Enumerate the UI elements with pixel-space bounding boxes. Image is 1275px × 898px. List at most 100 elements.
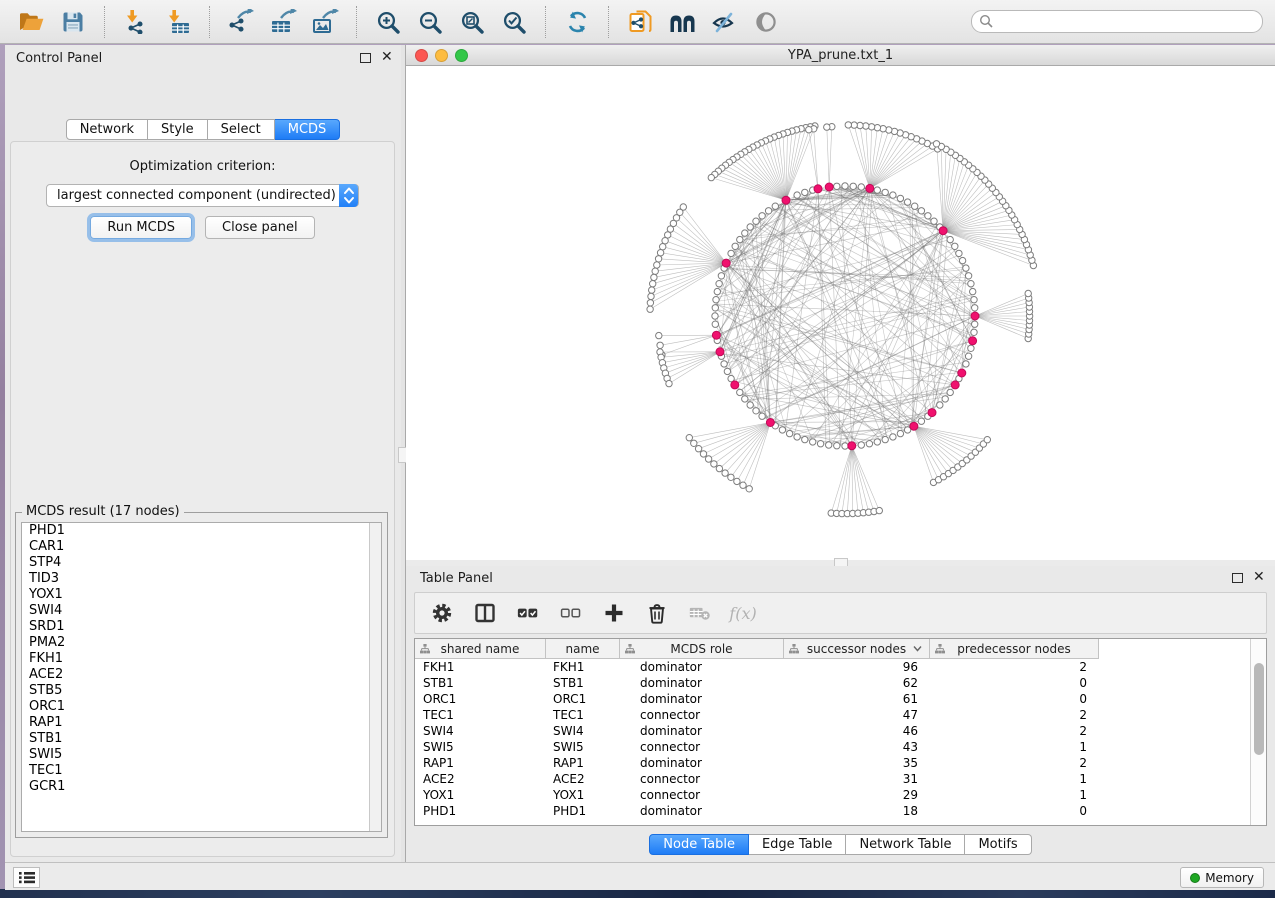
network-satellite-node[interactable] <box>648 293 654 299</box>
mcds-hub-node[interactable] <box>731 381 739 389</box>
network-node[interactable] <box>904 199 910 205</box>
mcds-hub-node[interactable] <box>782 196 790 204</box>
network-node[interactable] <box>765 208 771 214</box>
network-satellite-node[interactable] <box>700 451 706 457</box>
tab-network-table[interactable]: Network Table <box>846 834 965 855</box>
delete-column-icon[interactable] <box>646 602 668 624</box>
float-icon[interactable] <box>1232 573 1243 583</box>
network-satellite-node[interactable] <box>660 244 666 250</box>
show-details-icon[interactable] <box>751 7 781 37</box>
table-row[interactable]: STB1STB1dominator620 <box>415 675 1250 691</box>
result-node-item[interactable]: STB5 <box>22 683 381 699</box>
network-node[interactable] <box>897 430 903 436</box>
network-node[interactable] <box>817 441 823 447</box>
network-satellite-node[interactable] <box>716 465 722 471</box>
network-node[interactable] <box>712 321 718 327</box>
network-node[interactable] <box>942 396 948 402</box>
mcds-result-list[interactable]: PHD1CAR1STP4TID3YOX1SWI4SRD1PMA2FKH1ACE2… <box>21 522 382 832</box>
network-node[interactable] <box>786 430 792 436</box>
network-node[interactable] <box>965 353 971 359</box>
network-satellite-node[interactable] <box>705 456 711 462</box>
network-node[interactable] <box>937 402 943 408</box>
column-header-MCDS-role[interactable]: MCDS role <box>620 639 784 659</box>
network-node[interactable] <box>772 203 778 209</box>
network-satellite-node[interactable] <box>647 300 653 306</box>
network-node[interactable] <box>742 230 748 236</box>
network-node[interactable] <box>931 218 937 224</box>
network-satellite-node[interactable] <box>722 470 728 476</box>
network-node[interactable] <box>737 236 743 242</box>
refresh-icon[interactable] <box>562 7 592 37</box>
result-node-item[interactable]: FKH1 <box>22 651 381 667</box>
network-satellite-node[interactable] <box>933 141 939 147</box>
result-list-scrollbar[interactable] <box>369 523 381 831</box>
mcds-hub-node[interactable] <box>722 259 730 267</box>
network-node[interactable] <box>759 213 765 219</box>
network-node[interactable] <box>779 427 785 433</box>
network-node[interactable] <box>747 402 753 408</box>
search-input[interactable] <box>994 15 1255 29</box>
zoom-out-icon[interactable] <box>415 7 445 37</box>
network-node[interactable] <box>728 250 734 256</box>
network-node[interactable] <box>850 183 856 189</box>
table-scrollbar[interactable] <box>1250 639 1266 825</box>
result-node-item[interactable]: GCR1 <box>22 779 381 795</box>
mcds-hub-node[interactable] <box>958 369 966 377</box>
table-row[interactable]: FKH1FKH1dominator962 <box>415 659 1250 675</box>
deselect-all-icon[interactable] <box>560 602 582 624</box>
network-node[interactable] <box>882 436 888 442</box>
network-satellite-node[interactable] <box>666 380 672 386</box>
network-node[interactable] <box>759 413 765 419</box>
tab-mcds[interactable]: MCDS <box>275 119 341 140</box>
mcds-hub-node[interactable] <box>716 348 724 356</box>
column-header-name[interactable]: name <box>546 639 620 659</box>
network-node[interactable] <box>842 443 848 449</box>
save-session-icon[interactable] <box>58 7 88 37</box>
optimization-criterion-dropdown[interactable]: largest connected component (undirected) <box>46 184 359 207</box>
network-node[interactable] <box>712 313 718 319</box>
network-satellite-node[interactable] <box>652 268 658 274</box>
export-table-icon[interactable] <box>268 7 298 37</box>
network-node[interactable] <box>882 189 888 195</box>
result-node-item[interactable]: ORC1 <box>22 699 381 715</box>
mcds-hub-node[interactable] <box>766 419 774 427</box>
network-node[interactable] <box>918 418 924 424</box>
network-satellite-node[interactable] <box>806 127 812 133</box>
network-satellite-node[interactable] <box>657 250 663 256</box>
search-box[interactable] <box>971 10 1263 33</box>
network-node[interactable] <box>721 361 727 367</box>
table-row[interactable]: TEC1TEC1connector472 <box>415 707 1250 723</box>
network-node[interactable] <box>925 213 931 219</box>
network-node[interactable] <box>713 297 719 303</box>
network-satellite-node[interactable] <box>728 474 734 480</box>
network-graph[interactable] <box>406 66 1275 560</box>
close-panel-button[interactable]: Close panel <box>205 216 315 239</box>
network-node[interactable] <box>742 396 748 402</box>
network-node[interactable] <box>972 321 978 327</box>
network-node[interactable] <box>959 257 965 263</box>
network-node[interactable] <box>968 345 974 351</box>
result-node-item[interactable]: TEC1 <box>22 763 381 779</box>
network-node[interactable] <box>874 187 880 193</box>
network-node[interactable] <box>874 439 880 445</box>
mcds-hub-node[interactable] <box>825 183 833 191</box>
mcds-hub-node[interactable] <box>939 227 947 235</box>
network-node[interactable] <box>747 224 753 230</box>
network-node[interactable] <box>724 368 730 374</box>
run-mcds-button[interactable]: Run MCDS <box>90 216 192 239</box>
table-row[interactable]: YOX1YOX1connector291 <box>415 787 1250 803</box>
network-node[interactable] <box>718 273 724 279</box>
column-header-predecessor-nodes[interactable]: predecessor nodes <box>930 639 1099 659</box>
network-node[interactable] <box>956 250 962 256</box>
mcds-hub-node[interactable] <box>866 184 874 192</box>
network-node[interactable] <box>753 218 759 224</box>
network-node[interactable] <box>826 442 832 448</box>
network-node[interactable] <box>753 408 759 414</box>
network-satellite-node[interactable] <box>662 238 668 244</box>
split-columns-icon[interactable] <box>474 602 496 624</box>
network-satellite-node[interactable] <box>876 507 882 513</box>
network-node[interactable] <box>947 389 953 395</box>
network-node[interactable] <box>952 243 958 249</box>
tab-select[interactable]: Select <box>208 119 275 140</box>
network-satellite-node[interactable] <box>686 435 692 441</box>
